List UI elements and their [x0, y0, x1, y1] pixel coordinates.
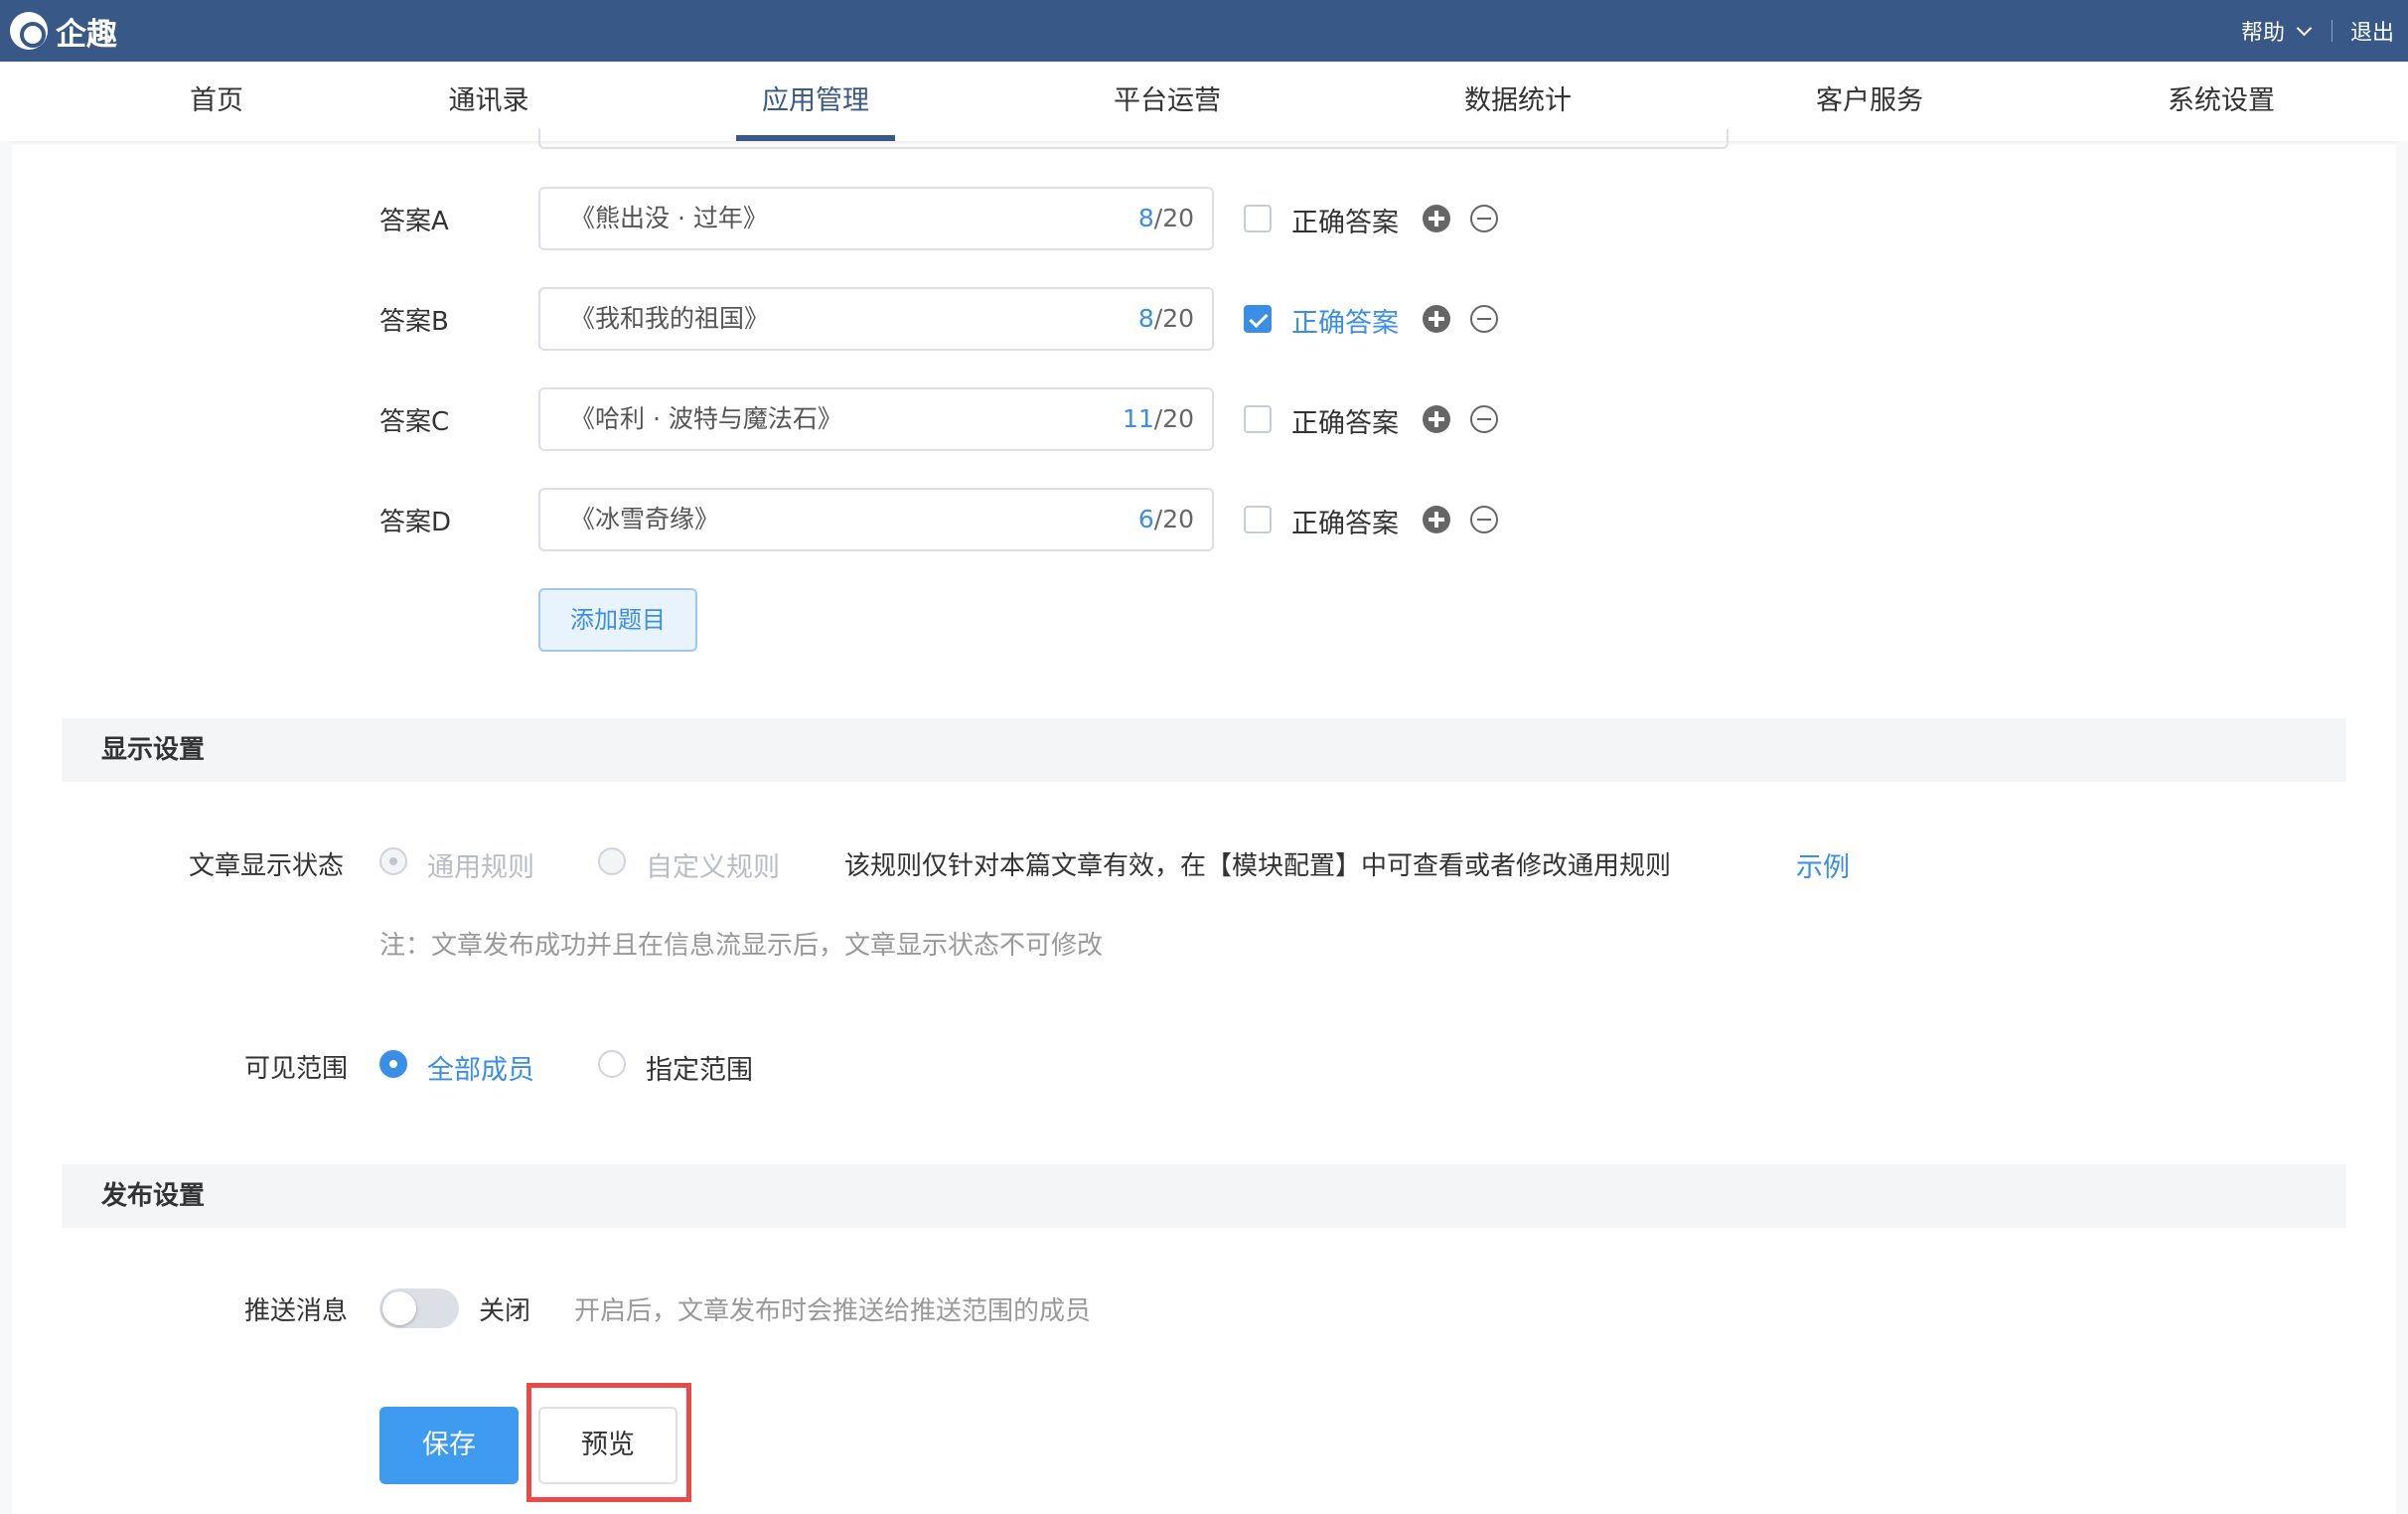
- article-status-label: 文章显示状态: [189, 851, 345, 881]
- push-message-toggle[interactable]: [379, 1288, 459, 1328]
- page-left-gutter: [0, 141, 12, 1514]
- add-answer-icon[interactable]: [1423, 506, 1450, 533]
- toggle-knob: [382, 1291, 416, 1325]
- push-state-label: 关闭: [479, 1296, 531, 1326]
- answer-d-correct-label[interactable]: 正确答案: [1291, 502, 1399, 540]
- nav-item-customer-service[interactable]: 客户服务: [1790, 62, 1949, 141]
- add-question-button[interactable]: 添加题目: [538, 588, 697, 652]
- rule-hint-text: 该规则仅针对本篇文章有效，在【模块配置】中可查看或者修改通用规则: [844, 851, 1672, 881]
- logo-icon: [10, 12, 48, 50]
- answer-c-correct-label[interactable]: 正确答案: [1291, 401, 1399, 440]
- preview-button[interactable]: 预览: [538, 1407, 677, 1484]
- display-status-note: 注：文章发布成功并且在信息流显示后，文章显示状态不可修改: [379, 931, 1104, 961]
- answer-b-correct-label[interactable]: 正确答案: [1291, 301, 1399, 340]
- answer-a-char-count: 8/20: [1137, 204, 1194, 232]
- answer-d-label: 答案D: [379, 508, 452, 537]
- chevron-down-icon[interactable]: [2296, 20, 2313, 36]
- answer-a-correct-checkbox[interactable]: [1244, 205, 1272, 232]
- example-link[interactable]: 示例: [1796, 845, 1850, 884]
- radio-specified-range-label[interactable]: 指定范围: [646, 1048, 753, 1087]
- add-answer-icon[interactable]: [1423, 305, 1450, 333]
- nav-item-home[interactable]: 首页: [177, 62, 256, 141]
- push-hint-text: 开启后，文章发布时会推送给推送范围的成员: [574, 1296, 1092, 1326]
- remove-answer-icon[interactable]: [1470, 305, 1498, 333]
- remove-answer-icon[interactable]: [1470, 506, 1498, 533]
- radio-custom-rule: [598, 847, 626, 875]
- answer-b-char-count: 8/20: [1137, 304, 1194, 333]
- answer-b-label: 答案B: [379, 307, 449, 337]
- nav-item-contacts[interactable]: 通讯录: [429, 62, 548, 141]
- visible-range-label: 可见范围: [244, 1054, 349, 1084]
- header-divider: [2331, 20, 2333, 42]
- answer-a-value: 《熊出没 · 过年》: [570, 204, 768, 232]
- question-field-edge: [538, 129, 1729, 149]
- answer-d-char-count: 6/20: [1137, 505, 1194, 533]
- display-settings-header: 显示设置: [62, 718, 2346, 782]
- answer-c-input[interactable]: 《哈利 · 波特与魔法石》 11/20: [538, 387, 1214, 451]
- answer-b-input[interactable]: 《我和我的祖国》 8/20: [538, 287, 1214, 351]
- radio-custom-rule-label: 自定义规则: [646, 852, 780, 883]
- push-message-label: 推送消息: [244, 1296, 349, 1326]
- add-answer-icon[interactable]: [1423, 205, 1450, 232]
- help-menu[interactable]: 帮助: [2241, 15, 2285, 47]
- answer-b-value: 《我和我的祖国》: [570, 304, 770, 333]
- answer-a-input[interactable]: 《熊出没 · 过年》 8/20: [538, 187, 1214, 250]
- radio-all-members[interactable]: [379, 1050, 407, 1078]
- answer-c-value: 《哈利 · 波特与魔法石》: [570, 404, 842, 433]
- remove-answer-icon[interactable]: [1470, 405, 1498, 433]
- radio-general-rule-label: 通用规则: [427, 852, 534, 883]
- answer-a-label: 答案A: [379, 207, 449, 236]
- radio-general-rule: [379, 847, 407, 875]
- top-bar: 企趣 帮助 退出: [0, 0, 2408, 62]
- radio-specified-range[interactable]: [598, 1050, 626, 1078]
- logout-link[interactable]: 退出: [2350, 15, 2394, 47]
- nav-item-system-settings[interactable]: 系统设置: [2142, 62, 2301, 141]
- publish-settings-header: 发布设置: [62, 1164, 2346, 1228]
- answer-d-value: 《冰雪奇缘》: [570, 505, 720, 533]
- radio-all-members-label[interactable]: 全部成员: [427, 1048, 534, 1087]
- answer-d-correct-checkbox[interactable]: [1244, 506, 1272, 533]
- answer-a-correct-label[interactable]: 正确答案: [1291, 201, 1399, 239]
- header-actions: 帮助 退出: [2241, 0, 2394, 62]
- answer-c-label: 答案C: [379, 407, 450, 437]
- add-answer-icon[interactable]: [1423, 405, 1450, 433]
- answer-d-input[interactable]: 《冰雪奇缘》 6/20: [538, 488, 1214, 551]
- remove-answer-icon[interactable]: [1470, 205, 1498, 232]
- answer-c-correct-checkbox[interactable]: [1244, 405, 1272, 433]
- app-logo[interactable]: 企趣: [10, 12, 117, 53]
- answer-c-char-count: 11/20: [1122, 404, 1194, 433]
- page-right-gutter: [2396, 141, 2408, 1514]
- save-button[interactable]: 保存: [379, 1407, 519, 1484]
- app-name: 企趣: [56, 16, 117, 53]
- answer-b-correct-checkbox[interactable]: [1244, 305, 1272, 333]
